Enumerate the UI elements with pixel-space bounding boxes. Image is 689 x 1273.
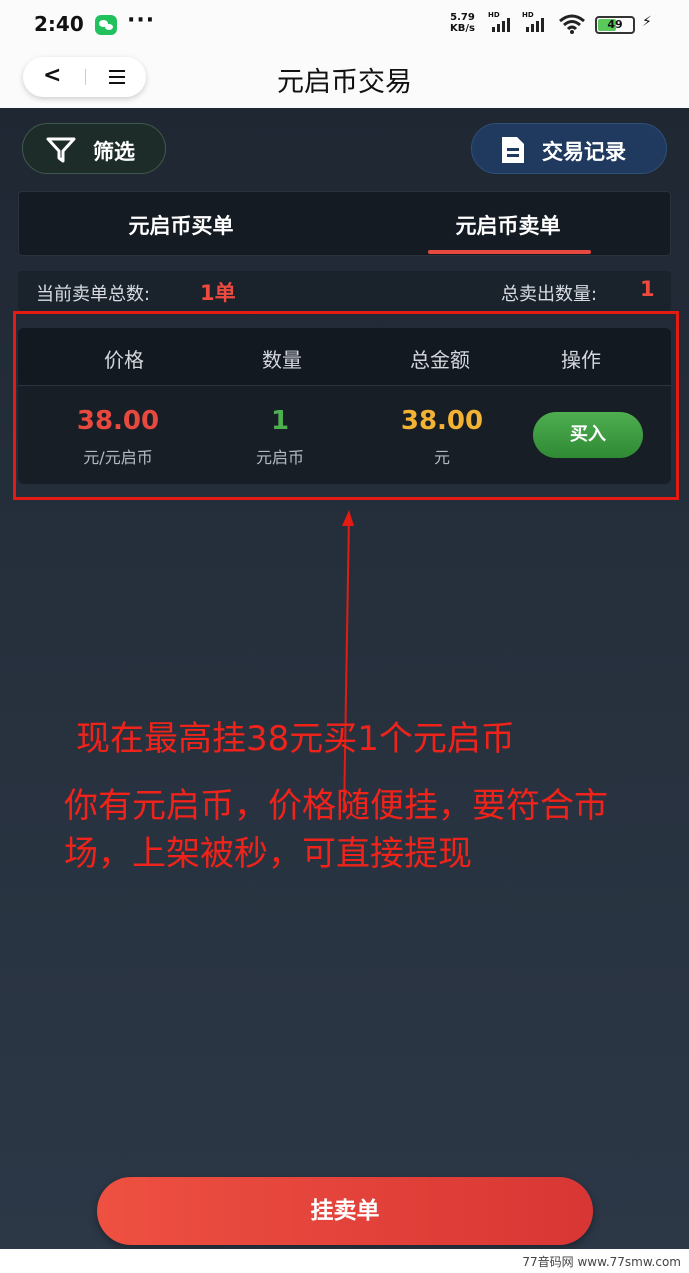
tab-sell-orders[interactable]: 元启币卖单 [408, 210, 608, 240]
page-title: 元启币交易 [277, 67, 412, 98]
trade-record-button[interactable]: 交易记录 [471, 123, 667, 174]
battery-icon: 49 [595, 16, 635, 34]
more-notifications-icon: ··· [127, 8, 156, 33]
status-bar: 2:40 ··· 5.79 KB/s HD HD 49 ⚡ [0, 0, 689, 50]
annotation-line-2: 你有元启币，价格随便挂，要符合市场，上架被秒，可直接提现 [64, 786, 608, 874]
order-summary: 当前卖单总数: 1单 总卖出数量: 1 [18, 271, 671, 311]
wechat-icon [95, 15, 117, 35]
annotation-arrow [342, 510, 354, 814]
hd-badge-2: HD [522, 11, 534, 19]
network-speed: 5.79 KB/s [450, 12, 475, 34]
annotation-line-1: 现在最高挂38元买1个元启币 [76, 719, 515, 759]
filter-button[interactable]: 筛选 [22, 123, 166, 174]
trade-record-label: 交易记录 [542, 140, 626, 164]
total-sold-label: 总卖出数量: [501, 284, 598, 305]
document-icon [502, 137, 524, 163]
signal-icon-2: HD [522, 11, 552, 32]
signal-icon: HD [488, 11, 518, 32]
total-orders-label: 当前卖单总数: [36, 284, 151, 305]
main-content: 筛选 交易记录 元启币买单 元启币卖单 当前卖单总数: 1单 总卖出数量: 1 … [0, 108, 689, 1273]
tab-buy-orders[interactable]: 元启币买单 [81, 210, 281, 240]
post-sell-order-button[interactable]: 挂卖单 [97, 1177, 593, 1245]
watermark: 77音码网 www.77smw.com [0, 1249, 689, 1273]
annotation-highlight-box [13, 311, 679, 500]
battery-level: 49 [607, 18, 623, 31]
bolt-icon: ⚡ [642, 14, 652, 30]
nav-header: < 元启币交易 [0, 50, 689, 108]
watermark-text: 77音码网 www.77smw.com [522, 1255, 681, 1269]
network-speed-value: 5.79 [450, 12, 475, 23]
hd-badge: HD [488, 11, 500, 19]
order-tabs: 元启币买单 元启币卖单 [18, 191, 671, 256]
total-sold-value: 1 [640, 277, 655, 301]
status-time: 2:40 [34, 12, 84, 36]
active-tab-indicator [428, 250, 591, 254]
wifi-icon [559, 14, 585, 34]
total-orders-value: 1单 [200, 281, 236, 305]
filter-icon [46, 137, 76, 163]
filter-label: 筛选 [93, 140, 135, 164]
network-speed-unit: KB/s [450, 23, 475, 34]
